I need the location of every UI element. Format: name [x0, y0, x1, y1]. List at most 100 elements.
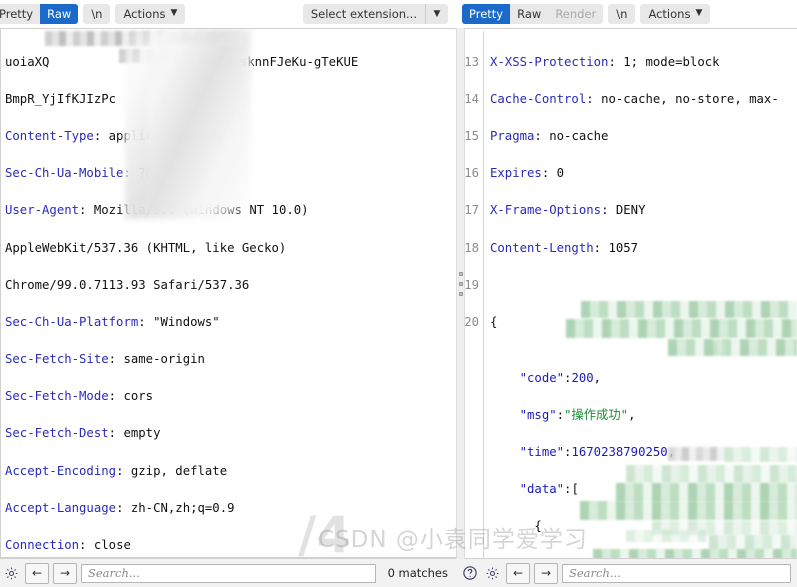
header-value: 0 [557, 166, 564, 180]
select-extension-label: Select extension... [303, 4, 425, 24]
request-view-mode-group[interactable]: Pretty Raw [0, 4, 78, 24]
search-next-button[interactable]: → [53, 563, 77, 584]
chevron-down-icon[interactable]: ▼ [426, 4, 448, 24]
request-token-left: uoiaXQ [5, 55, 49, 69]
gear-icon[interactable] [483, 564, 502, 583]
header-value: DENY [616, 203, 646, 217]
question-mark-icon[interactable] [460, 564, 479, 583]
response-newline-button[interactable]: \n [608, 4, 635, 24]
header-value: cors [123, 389, 153, 403]
request-line: Sec-Fetch-Site: same-origin [5, 350, 456, 369]
header-key: Cache-Control [490, 92, 586, 106]
request-line: Sec-Fetch-Mode: cors [5, 387, 456, 406]
response-raw-button[interactable]: Raw [510, 4, 548, 24]
json-line: "time":1670238790250, [490, 443, 797, 462]
splitter-grip-dot [459, 272, 463, 276]
chevron-down-icon: ▼ [695, 8, 702, 18]
json-open-brace: { [490, 315, 497, 329]
response-status-bar: ← → Search... [456, 559, 797, 587]
header-key: Sec-Ch-Ua-Platform [5, 315, 138, 329]
request-line: Sec-Fetch-Dest: empty [5, 424, 456, 443]
request-line: Chrome/99.0.7113.93 Safari/537.36 [5, 276, 456, 295]
request-search-input[interactable]: Search... [81, 564, 376, 583]
request-token-line2: BmpR_YjIfKJIzPc [5, 92, 116, 106]
gear-icon[interactable] [2, 564, 21, 583]
response-line [490, 276, 797, 295]
header-value: ?0 [138, 166, 153, 180]
response-line: X-XSS-Protection: 1; mode=block [490, 53, 797, 72]
request-code-area[interactable]: uoiaXQ fSt7d0sknnFJeKu-gTeKUE BmpR_YjIfKJ… [1, 29, 456, 557]
search-prev-button[interactable]: ← [506, 563, 530, 584]
pane-splitter[interactable] [456, 28, 465, 559]
response-line: X-Frame-Options: DENY [490, 201, 797, 220]
request-pretty-button[interactable]: Pretty [0, 4, 40, 24]
response-search-input[interactable]: Search... [562, 564, 791, 583]
response-render-button[interactable]: Render [548, 4, 603, 24]
json-key: "msg" [520, 408, 557, 422]
request-line: Accept-Encoding: gzip, deflate [5, 462, 456, 481]
request-line: BmpR_YjIfKJIzPc [5, 90, 456, 109]
header-value: 1; mode=block [623, 55, 719, 69]
status-bars: ← → Search... 0 matches ← [0, 558, 797, 587]
splitter-grip-dot [459, 292, 463, 296]
request-headers: uoiaXQ fSt7d0sknnFJeKu-gTeKUE BmpR_YjIfKJ… [1, 29, 456, 557]
request-line: Sec-Ch-Ua-Mobile: ?0 [5, 164, 456, 183]
response-code-area[interactable]: 13 14 15 16 17 18 19 20 X-XSS-Protection… [456, 29, 797, 558]
response-line: Expires: 0 [490, 164, 797, 183]
request-line: Sec-Ch-Ua-Platform: "Windows" [5, 313, 456, 332]
json-value: 1670238790250 [571, 445, 667, 459]
header-key: Expires [490, 166, 542, 180]
json-key: "code" [520, 371, 564, 385]
header-key: X-Frame-Options [490, 203, 601, 217]
header-key: Content-Length [490, 241, 594, 255]
request-line: AppleWebKit/537.36 (KHTML, like Gecko) [5, 239, 456, 258]
request-token-right: fSt7d0sknnFJeKu-gTeKUE [195, 55, 358, 69]
request-line: Content-Type: application/json [5, 127, 456, 146]
json-key: "data" [520, 482, 564, 496]
json-value: [ [571, 482, 578, 496]
search-placeholder: Search... [569, 566, 621, 580]
response-actions-button[interactable]: Actions ▼ [640, 4, 710, 24]
header-key: Sec-Fetch-Dest [5, 426, 109, 440]
response-pane[interactable]: 13 14 15 16 17 18 19 20 X-XSS-Protection… [456, 28, 797, 558]
json-line: "code":200, [490, 369, 797, 388]
request-actions-button[interactable]: Actions ▼ [115, 4, 185, 24]
json-open-brace: { [534, 519, 541, 533]
request-line: uoiaXQ fSt7d0sknnFJeKu-gTeKUE [5, 53, 456, 72]
request-raw-button[interactable]: Raw [40, 4, 78, 24]
json-key: "orgId" [549, 557, 601, 558]
response-content: X-XSS-Protection: 1; mode=block Cache-Co… [484, 29, 797, 558]
header-value: no-cache, no-store, max- [601, 92, 779, 106]
header-key: Content-Type [5, 129, 94, 143]
chevron-down-icon: ▼ [171, 8, 178, 18]
header-value: same-origin [123, 352, 204, 366]
header-value: close [94, 538, 131, 552]
splitter-grip-dot [459, 282, 463, 286]
json-value: "" [608, 557, 623, 558]
response-pretty-button[interactable]: Pretty [462, 4, 510, 24]
request-newline-button[interactable]: \n [83, 4, 110, 24]
json-line: "orgId":"", [490, 555, 797, 558]
response-line: { [490, 313, 797, 332]
header-value: Mozilla/5.0 (Windows NT 10.0) [94, 203, 309, 217]
header-key: Accept-Language [5, 501, 116, 515]
header-value: zh-CN,zh;q=0.9 [131, 501, 235, 515]
json-value: 200 [571, 371, 593, 385]
response-line: Content-Length: 1057 [490, 239, 797, 258]
search-next-button[interactable]: → [534, 563, 558, 584]
header-value: 1057 [608, 241, 638, 255]
response-view-mode-group[interactable]: Pretty Raw Render [462, 4, 603, 24]
header-value: "Windows" [153, 315, 220, 329]
editor-panes: uoiaXQ fSt7d0sknnFJeKu-gTeKUE BmpR_YjIfKJ… [0, 28, 797, 558]
header-key: X-XSS-Protection [490, 55, 608, 69]
select-extension-dropdown[interactable]: Select extension... ▼ [303, 4, 448, 24]
search-prev-button[interactable]: ← [25, 563, 49, 584]
toolbars-row: Pretty Raw \n Actions ▼ Select extension… [0, 0, 797, 28]
response-line: Pragma: no-cache [490, 127, 797, 146]
request-pane[interactable]: uoiaXQ fSt7d0sknnFJeKu-gTeKUE BmpR_YjIfKJ… [0, 28, 456, 558]
request-line: Accept-Language: zh-CN,zh;q=0.9 [5, 499, 456, 518]
json-line: { [490, 517, 797, 536]
request-line: Connection: close [5, 536, 456, 555]
header-key: Sec-Fetch-Site [5, 352, 109, 366]
header-value: application/json [109, 129, 227, 143]
